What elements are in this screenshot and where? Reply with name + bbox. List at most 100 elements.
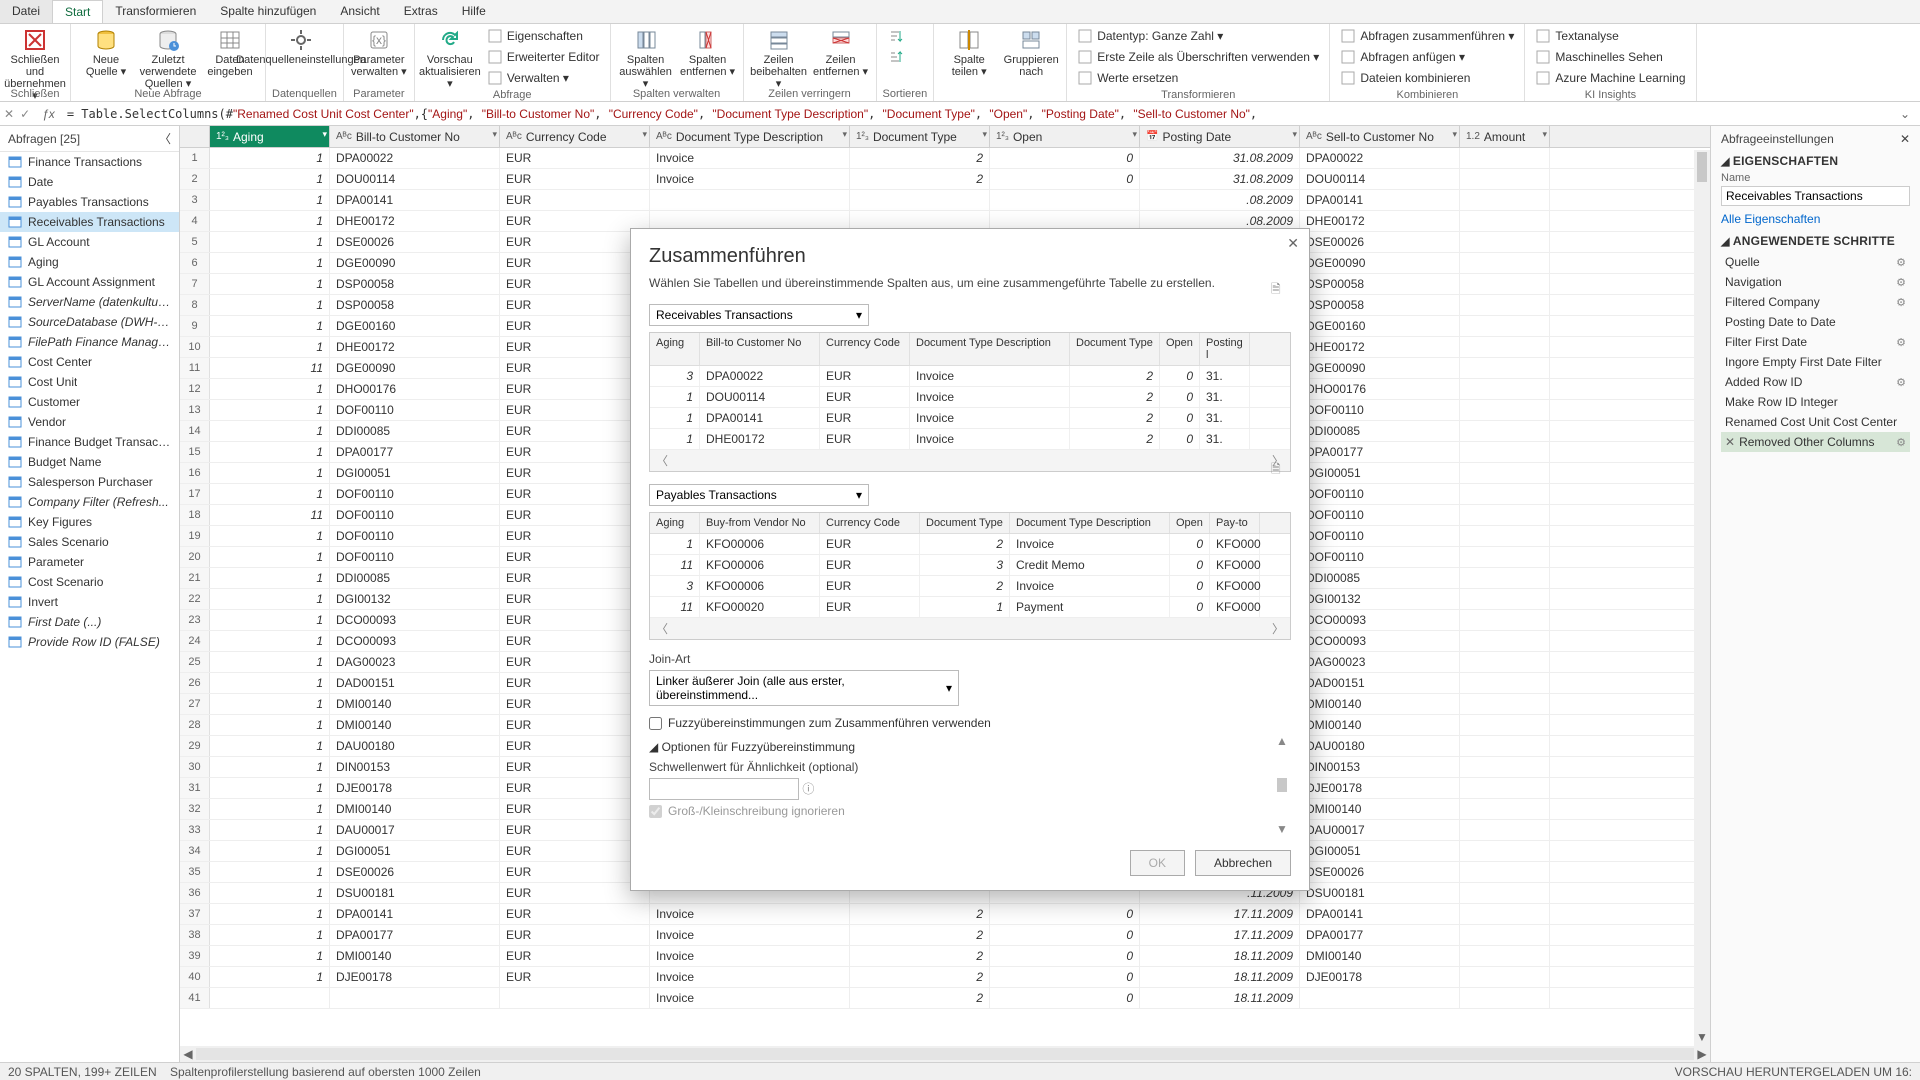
column-header[interactable]: 📅Posting Date▾ (1140, 126, 1300, 147)
query-item[interactable]: Cost Unit (0, 372, 179, 392)
query-item[interactable]: Sales Scenario (0, 532, 179, 552)
sort-asc-button[interactable] (883, 26, 907, 46)
grid-h-scrollbar[interactable]: ◀▶ (180, 1046, 1710, 1062)
query-item[interactable]: Salesperson Purchaser (0, 472, 179, 492)
dialog-scroll-up-icon[interactable]: ▲ (1276, 734, 1288, 748)
dialog-col-header[interactable]: Currency Code (820, 513, 920, 533)
menu-tab-extras[interactable]: Extras (392, 0, 450, 23)
keep-rows-button[interactable]: Zeilenbeibehalten ▾ (750, 26, 808, 86)
info-icon[interactable]: ⓘ (802, 782, 814, 796)
menu-tab-transform[interactable]: Transformieren (103, 0, 208, 23)
filter-dropdown-icon[interactable]: ▾ (1132, 129, 1137, 140)
query-item[interactable]: First Date (...) (0, 612, 179, 632)
settings-close-icon[interactable]: ✕ (1900, 132, 1910, 146)
first-row-headers-button[interactable]: Erste Zeile als Überschriften verwenden … (1073, 47, 1323, 67)
filter-dropdown-icon[interactable]: ▾ (1542, 129, 1547, 140)
dialog-row[interactable]: 11KFO00006EUR3Credit Memo0KFO000 (650, 555, 1290, 576)
query-item[interactable]: ServerName (datenkultur... (0, 292, 179, 312)
merge-queries-button[interactable]: Abfragen zusammenführen ▾ (1336, 26, 1518, 46)
advanced-editor-button[interactable]: Erweiterter Editor (483, 47, 604, 67)
combine-files-button[interactable]: Dateien kombinieren (1336, 68, 1518, 88)
query-item[interactable]: Receivables Transactions (0, 212, 179, 232)
dialog-col-header[interactable]: Aging (650, 333, 700, 365)
gear-icon[interactable]: ⚙ (1896, 296, 1906, 309)
text-analytics-button[interactable]: Textanalyse (1531, 26, 1689, 46)
column-header[interactable]: AᴮcDocument Type Description▾ (650, 126, 850, 147)
formula-accept-icon[interactable]: ✓ (20, 107, 30, 121)
merge-table2-select[interactable]: Payables Transactions▾ (649, 484, 869, 506)
filter-dropdown-icon[interactable]: ▾ (642, 129, 647, 140)
merge-table1-preview[interactable]: AgingBill-to Customer NoCurrency CodeDoc… (649, 332, 1291, 472)
query-item[interactable]: Date (0, 172, 179, 192)
dialog-row[interactable]: 1DOU00114EURInvoice2031. (650, 387, 1290, 408)
applied-step[interactable]: Renamed Cost Unit Cost Center (1721, 412, 1910, 432)
column-header[interactable]: AᴮcBill-to Customer No▾ (330, 126, 500, 147)
query-item[interactable]: Cost Center (0, 352, 179, 372)
applied-step[interactable]: Make Row ID Integer (1721, 392, 1910, 412)
filter-dropdown-icon[interactable]: ▾ (322, 129, 327, 140)
applied-step[interactable]: Quelle⚙ (1721, 252, 1910, 272)
applied-step[interactable]: Posting Date to Date (1721, 312, 1910, 332)
group-by-button[interactable]: Gruppierennach (1002, 26, 1060, 86)
menu-tab-addcolumn[interactable]: Spalte hinzufügen (208, 0, 328, 23)
manage-button[interactable]: Verwalten ▾ (483, 68, 604, 88)
dialog-row[interactable]: 11KFO00020EUR1Payment0KFO000 (650, 597, 1290, 618)
dialog-row[interactable]: 1DHE00172EURInvoice2031. (650, 429, 1290, 450)
split-col-button[interactable]: Spalteteilen ▾ (940, 26, 998, 86)
query-item[interactable]: Finance Transactions (0, 152, 179, 172)
filter-dropdown-icon[interactable]: ▾ (842, 129, 847, 140)
vision-button[interactable]: Maschinelles Sehen (1531, 47, 1689, 67)
filter-dropdown-icon[interactable]: ▾ (1292, 129, 1297, 140)
dialog-row[interactable]: 3DPA00022EURInvoice2031. (650, 366, 1290, 387)
applied-step[interactable]: Filter First Date⚙ (1721, 332, 1910, 352)
column-header[interactable]: 1²₃Open▾ (990, 126, 1140, 147)
scroll-left-icon[interactable]: 〈 (656, 452, 668, 469)
menu-tab-start[interactable]: Start (52, 0, 103, 23)
query-item[interactable]: SourceDatabase (DWH-D... (0, 312, 179, 332)
dialog-col-header[interactable]: Document Type (1070, 333, 1160, 365)
dialog-col-header[interactable]: Document Type Description (910, 333, 1070, 365)
query-item[interactable]: Customer (0, 392, 179, 412)
merge-table2-preview[interactable]: AgingBuy-from Vendor NoCurrency CodeDocu… (649, 512, 1291, 640)
table-row[interactable]: 11DPA00022EURInvoice2031.08.2009DPA00022 (180, 148, 1710, 169)
query-item[interactable]: Parameter (0, 552, 179, 572)
merge-table1-select[interactable]: Receivables Transactions▾ (649, 304, 869, 326)
query-item[interactable]: Cost Scenario (0, 572, 179, 592)
query-item[interactable]: Payables Transactions (0, 192, 179, 212)
ds-settings-button[interactable]: Datenquelleneinstellungen (272, 26, 330, 86)
dialog-row[interactable]: 1DPA00141EURInvoice2031. (650, 408, 1290, 429)
menu-tab-view[interactable]: Ansicht (328, 0, 391, 23)
ignore-case-checkbox[interactable]: Groß-/Kleinschreibung ignorieren (649, 804, 1273, 818)
applied-step[interactable]: ✕Removed Other Columns⚙ (1721, 432, 1910, 452)
formula-text[interactable]: = Table.SelectColumns(#"Renamed Cost Uni… (67, 107, 1888, 121)
column-header[interactable]: AᴮcCurrency Code▾ (500, 126, 650, 147)
dialog-col-header[interactable]: Document Type (920, 513, 1010, 533)
table-row[interactable]: 401DJE00178EURInvoice2018.11.2009DJE0017… (180, 967, 1710, 988)
query-item[interactable]: Invert (0, 592, 179, 612)
dialog-col-header[interactable]: Bill-to Customer No (700, 333, 820, 365)
query-name-input[interactable] (1721, 186, 1910, 206)
scroll-left-icon[interactable]: 〈 (656, 620, 668, 637)
gear-icon[interactable]: ⚙ (1896, 376, 1906, 389)
dialog-col-header[interactable]: Currency Code (820, 333, 910, 365)
threshold-input[interactable] (649, 778, 799, 800)
dialog-col-header[interactable]: Open (1160, 333, 1200, 365)
table-row[interactable]: 371DPA00141EURInvoice2017.11.2009DPA0014… (180, 904, 1710, 925)
gear-icon[interactable]: ⚙ (1896, 336, 1906, 349)
query-item[interactable]: Company Filter (Refresh... (0, 492, 179, 512)
fx-icon[interactable]: ƒx (36, 107, 61, 121)
dialog-col-header[interactable]: Posting l (1200, 333, 1250, 365)
table-preview-icon[interactable]: 🗎 (1271, 280, 1291, 300)
query-item[interactable]: Key Figures (0, 512, 179, 532)
append-queries-button[interactable]: Abfragen anfügen ▾ (1336, 47, 1518, 67)
fuzzy-options-expander[interactable]: ◢ Optionen für Fuzzyübereinstimmung (649, 740, 1273, 754)
query-item[interactable]: GL Account Assignment (0, 272, 179, 292)
ok-button[interactable]: OK (1130, 850, 1185, 876)
filter-dropdown-icon[interactable]: ▾ (1452, 129, 1457, 140)
query-item[interactable]: FilePath Finance Manage... (0, 332, 179, 352)
gear-icon[interactable]: ⚙ (1896, 436, 1906, 449)
all-properties-link[interactable]: Alle Eigenschaften (1721, 212, 1820, 226)
dialog-row[interactable]: 3KFO00006EUR2Invoice0KFO000 (650, 576, 1290, 597)
table-row[interactable]: 21DOU00114EURInvoice2031.08.2009DOU00114 (180, 169, 1710, 190)
column-header[interactable]: 1²₃Aging▾ (210, 126, 330, 147)
